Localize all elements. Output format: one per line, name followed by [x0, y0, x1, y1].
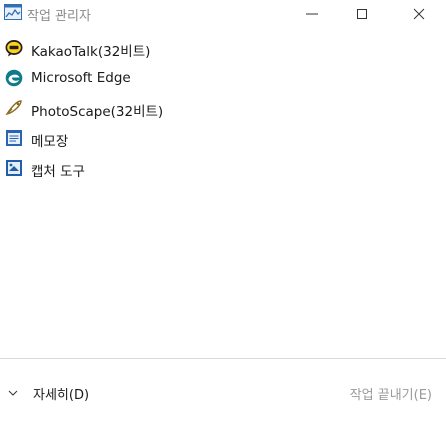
maximize-button[interactable] [340, 0, 384, 28]
end-task-button[interactable]: 작업 끝내기(E) [350, 381, 432, 405]
task-manager-icon [4, 4, 22, 20]
process-label: Microsoft Edge [31, 70, 131, 86]
list-item-photoscape[interactable]: PhotoScape(32비트) [0, 94, 446, 124]
window-title: 작업 관리자 [27, 9, 91, 24]
close-button[interactable] [397, 0, 441, 28]
edge-icon [5, 69, 23, 87]
title-bar: 작업 관리자 [0, 0, 446, 28]
minimize-icon [306, 13, 318, 15]
footer-bar: 자세히(D) 작업 끝내기(E) [0, 359, 446, 435]
more-details-button[interactable]: 자세히(D) [7, 381, 89, 405]
list-item-snipping-tool[interactable]: 캡처 도구 [0, 154, 446, 184]
list-item-edge[interactable]: Microsoft Edge [0, 64, 446, 94]
process-label: 메모장 [31, 134, 69, 150]
notepad-icon [5, 129, 23, 147]
process-label: KakaoTalk(32비트) [31, 44, 151, 60]
process-label: PhotoScape(32비트) [31, 104, 164, 120]
process-label: 캡처 도구 [31, 164, 85, 180]
kakaotalk-icon [5, 39, 23, 57]
chevron-down-icon [8, 390, 18, 396]
details-label: 자세히(D) [33, 387, 90, 403]
close-icon [413, 8, 425, 20]
list-item-notepad[interactable]: 메모장 [0, 124, 446, 154]
minimize-button[interactable] [290, 0, 334, 28]
list-item-kakaotalk[interactable]: KakaoTalk(32비트) [0, 34, 446, 64]
maximize-icon [357, 9, 367, 19]
snipping-tool-icon [5, 159, 23, 177]
photoscape-icon [5, 99, 23, 117]
